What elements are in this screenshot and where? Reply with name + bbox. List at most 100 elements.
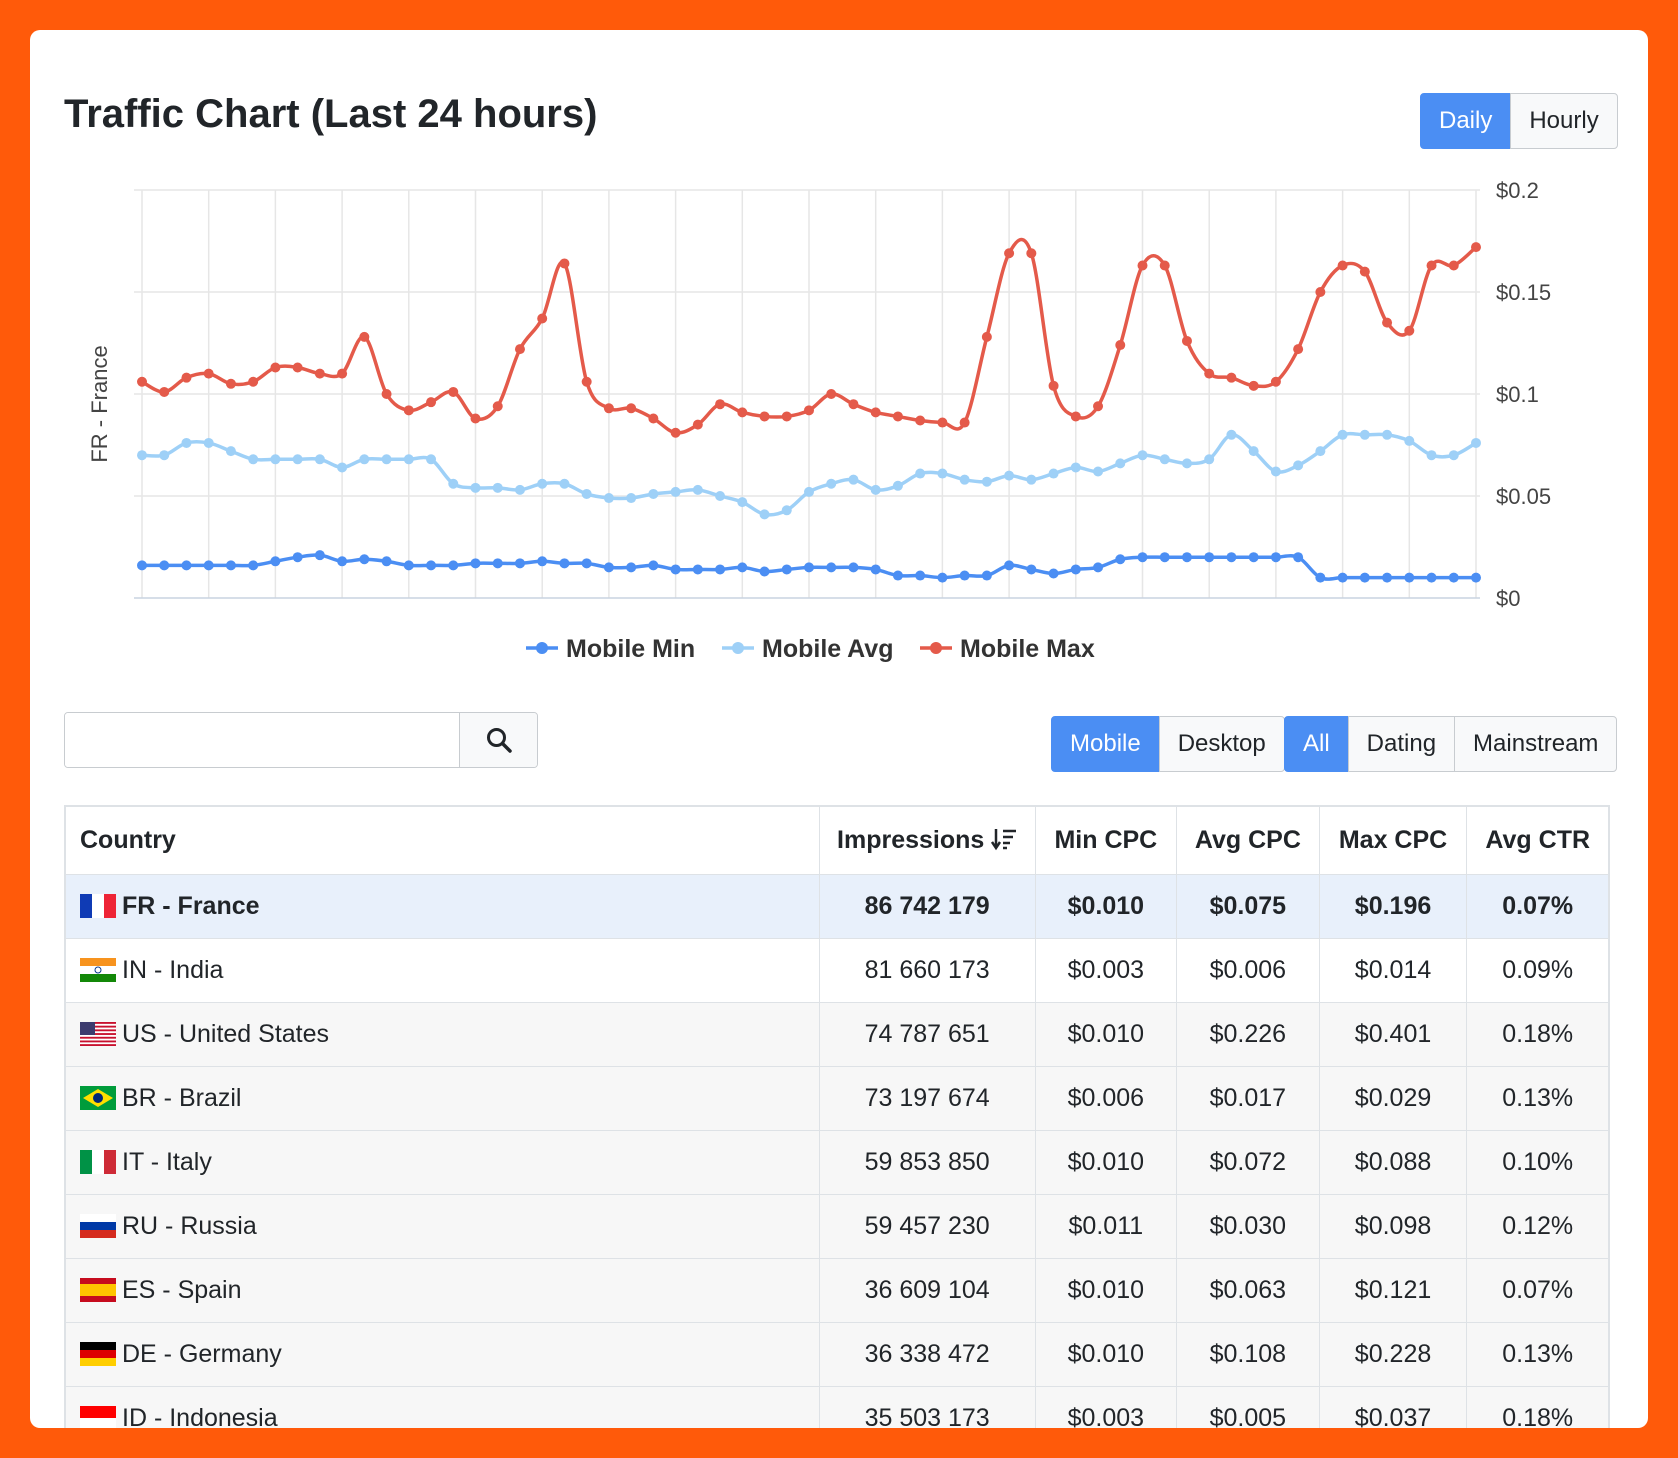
table-row[interactable]: ID - Indonesia 35 503 173 $0.003 $0.005 … xyxy=(65,1386,1609,1428)
country-cell: FR - France xyxy=(65,874,820,939)
mobile-avg-point xyxy=(915,468,926,479)
y-tick-label: $0.1 xyxy=(1496,382,1539,407)
avg-ctr-column-header[interactable]: Avg CTR xyxy=(1466,806,1609,875)
avg-cpc-column-header[interactable]: Avg CPC xyxy=(1176,806,1320,875)
max-cpc-column-header[interactable]: Max CPC xyxy=(1318,806,1468,875)
mobile-max-point xyxy=(715,399,726,410)
mobile-min-point xyxy=(381,556,392,567)
mobile-max-point xyxy=(1448,260,1459,271)
mainstream-button[interactable]: Mainstream xyxy=(1454,716,1618,772)
mobile-max-point xyxy=(492,401,503,412)
search-input[interactable] xyxy=(65,713,459,767)
mobile-min-point xyxy=(1115,554,1126,565)
mobile-avg-point xyxy=(1226,429,1237,440)
us-flag-icon xyxy=(80,1022,116,1046)
country-name: DE - Germany xyxy=(122,1340,282,1368)
country-column-header[interactable]: Country xyxy=(65,806,820,875)
avg-cpc-cell: $0.017 xyxy=(1176,1066,1320,1131)
mobile-max-point xyxy=(403,405,414,416)
mobile-max-point xyxy=(959,417,970,428)
mobile-max-point xyxy=(1471,242,1481,253)
table-row[interactable]: IN - India 81 660 173 $0.003 $0.006 $0.0… xyxy=(65,938,1609,1003)
traffic-chart-svg: $0 $0.05 $0.1 $0.15 $0.2 FR - France Mobile Mi… xyxy=(87,178,1551,663)
table-row[interactable]: US - United States 74 787 651 $0.010 $0.… xyxy=(65,1002,1609,1067)
mobile-min-point xyxy=(1204,552,1215,563)
min-cpc-cell: $0.010 xyxy=(1034,1130,1178,1195)
table-row[interactable]: BR - Brazil 73 197 674 $0.006 $0.017 $0.… xyxy=(65,1066,1609,1131)
mobile-max-point xyxy=(1293,344,1304,355)
mobile-min-point xyxy=(1093,562,1104,573)
mobile-avg-point xyxy=(470,482,481,493)
search-button[interactable] xyxy=(459,713,537,767)
traffic-chart: $0 $0.05 $0.1 $0.15 $0.2 FR - France Mobile Mi… xyxy=(30,30,1648,690)
avg-cpc-cell: $0.030 xyxy=(1176,1194,1320,1259)
mobile-avg-point xyxy=(159,450,170,461)
avg-cpc-header-label: Avg CPC xyxy=(1194,826,1301,854)
all-button[interactable]: All xyxy=(1284,716,1349,772)
mobile-avg-point xyxy=(537,478,548,489)
es-flag-icon xyxy=(80,1278,116,1302)
avg-ctr-cell: 0.07% xyxy=(1466,874,1609,939)
mobile-avg-point xyxy=(1426,450,1437,461)
mobile-avg-point xyxy=(937,468,948,479)
mobile-max-point xyxy=(1048,380,1059,391)
mobile-min-point xyxy=(403,560,414,571)
max-cpc-cell: $0.401 xyxy=(1318,1002,1468,1067)
mobile-max-point xyxy=(1315,287,1326,297)
min-cpc-cell: $0.010 xyxy=(1034,1322,1178,1387)
mobile-min-point xyxy=(1448,572,1459,583)
mobile-avg-point xyxy=(1471,437,1481,448)
dating-button[interactable]: Dating xyxy=(1347,716,1456,772)
traffic-card: Traffic Chart (Last 24 hours) Daily Hour… xyxy=(30,30,1648,1428)
mobile-max-point xyxy=(1204,368,1215,379)
mobile-min-point xyxy=(225,560,236,571)
mobile-min-point xyxy=(892,570,903,581)
impressions-column-header[interactable]: Impressions xyxy=(818,806,1036,875)
table-row[interactable]: RU - Russia 59 457 230 $0.011 $0.030 $0.… xyxy=(65,1194,1609,1259)
avg-ctr-cell: 0.18% xyxy=(1466,1002,1609,1067)
impressions-cell: 74 787 651 xyxy=(818,1002,1036,1067)
mobile-min-point xyxy=(1404,572,1415,583)
mobile-avg-point xyxy=(737,497,748,508)
mobile-min-point xyxy=(804,562,814,573)
table-header-row: Country Impressions Min CPC Avg CPC Max … xyxy=(65,806,1609,875)
table-row[interactable]: FR - France 86 742 179 $0.010 $0.075 $0.… xyxy=(65,874,1609,939)
mobile-avg-point xyxy=(581,488,592,499)
mobile-min-point xyxy=(626,562,637,573)
table-row[interactable]: IT - Italy 59 853 850 $0.010 $0.072 $0.0… xyxy=(65,1130,1609,1195)
mobile-avg-point xyxy=(1337,429,1348,440)
avg-ctr-cell: 0.12% xyxy=(1466,1194,1609,1259)
table-row[interactable]: DE - Germany 36 338 472 $0.010 $0.108 $0… xyxy=(65,1322,1609,1387)
mobile-max-legend-label: Mobile Max xyxy=(960,635,1095,663)
mobile-avg-point xyxy=(1382,429,1393,440)
country-name: RU - Russia xyxy=(122,1212,257,1240)
min-cpc-column-header[interactable]: Min CPC xyxy=(1034,806,1178,875)
mobile-min-point xyxy=(1026,564,1037,575)
mobile-avg-point xyxy=(248,454,259,465)
table-row[interactable]: ES - Spain 36 609 104 $0.010 $0.063 $0.1… xyxy=(65,1258,1609,1323)
max-cpc-cell: $0.098 xyxy=(1318,1194,1468,1259)
min-cpc-cell: $0.011 xyxy=(1034,1194,1178,1259)
mobile-avg-point xyxy=(603,493,614,504)
mobile-avg-point xyxy=(892,480,903,491)
desktop-button[interactable]: Desktop xyxy=(1158,716,1285,772)
country-cell: RU - Russia xyxy=(65,1194,820,1259)
mobile-min-point xyxy=(915,570,926,581)
mobile-max-point xyxy=(1404,325,1415,336)
mobile-min-point xyxy=(270,556,281,567)
mobile-avg-point xyxy=(292,454,303,465)
mobile-max-point xyxy=(159,386,170,397)
mobile-min-point xyxy=(981,570,992,581)
mobile-avg-point xyxy=(715,491,726,501)
mobile-min-point xyxy=(1070,564,1081,575)
mobile-max-point xyxy=(1137,260,1148,271)
mobile-max-point xyxy=(559,258,570,269)
min-cpc-cell: $0.006 xyxy=(1034,1066,1178,1131)
country-cell: ES - Spain xyxy=(65,1258,820,1323)
min-cpc-cell: $0.003 xyxy=(1034,938,1178,1003)
mobile-button[interactable]: Mobile xyxy=(1051,716,1160,772)
y-tick-label: $0.2 xyxy=(1496,178,1539,203)
mobile-max-point xyxy=(1070,411,1081,422)
mobile-max-point xyxy=(181,372,192,383)
mobile-avg-point xyxy=(1115,458,1126,469)
